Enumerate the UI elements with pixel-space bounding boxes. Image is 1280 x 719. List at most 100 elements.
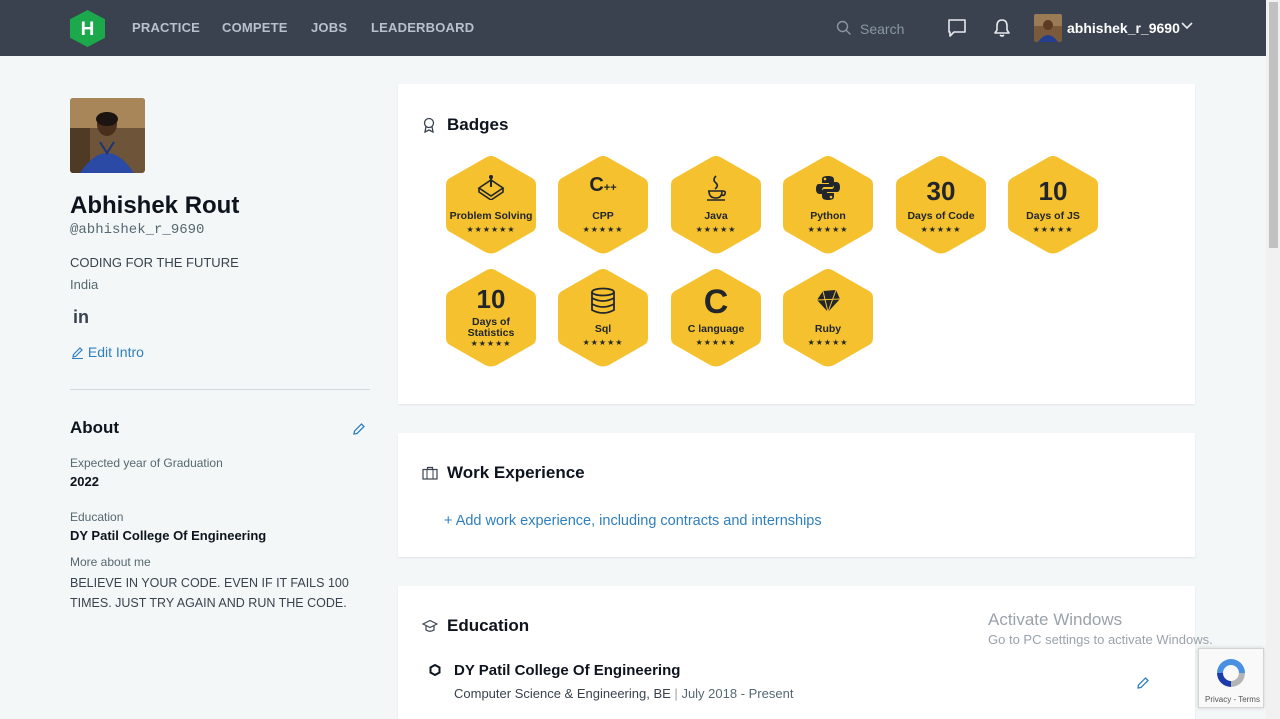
svg-text:H: H [81,19,95,40]
education-details: Computer Science & Engineering, BE | Jul… [454,686,793,701]
cpp-icon: C++ [589,174,617,196]
education-dates: July 2018 - Present [681,686,794,701]
badge-label: CPP [592,210,614,222]
activate-windows-watermark: Activate Windows Go to PC settings to ac… [988,610,1213,647]
badge-stars: ★★★★★ [695,225,737,234]
python-icon [781,174,875,207]
java-icon [669,174,763,207]
education-label: Education [70,510,124,524]
linkedin-icon[interactable]: in [73,307,89,328]
graduation-value: 2022 [70,474,99,489]
badge-sql[interactable]: Sql ★★★★★ [556,267,650,369]
recaptcha-badge[interactable]: Privacy - Terms [1198,648,1264,708]
ruby-icon [781,287,875,320]
edit-about-pencil-icon[interactable] [352,422,366,436]
nav-username[interactable]: abhishek_r_9690 [1067,20,1180,36]
profile-divider [70,389,370,390]
education-card: Education DY Patil College Of Engineerin… [398,586,1195,719]
messages-icon[interactable] [947,18,967,38]
work-heading: Work Experience [447,463,585,482]
sql-icon [556,287,650,320]
badge-label: Problem Solving [449,210,533,222]
recaptcha-logo-icon [1217,659,1245,687]
search-placeholder: Search [860,21,905,37]
profile-handle: @abhishek_r_9690 [70,222,205,238]
award-ribbon-icon [423,117,435,133]
badge-stars: ★★★★★ [695,338,737,347]
badge-label: Java [704,210,728,222]
profile-tagline: CODING FOR THE FUTURE [70,255,239,270]
badges-card: Badges Problem Solving ★★★★★★ C++ CPP ★★★★★ J… [398,84,1195,404]
graduation-cap-icon [422,619,438,632]
page-scrollbar[interactable] [1266,0,1280,719]
hackerrank-logo[interactable]: H [70,10,105,47]
education-heading: Education [447,616,530,635]
work-experience-card: Work Experience + Add work experience, i… [398,433,1195,557]
badge-days-of-statistics[interactable]: 10 Days of Statistics ★★★★★ [444,267,538,369]
education-separator: | [674,686,678,701]
problem-solving-icon [444,174,538,205]
badge-label: C language [687,323,745,335]
search-input[interactable]: Search [832,14,932,42]
badge-stars: ★★★★★ [1032,225,1074,234]
badges-heading: Badges [447,115,509,134]
nav-jobs[interactable]: JOBS [311,20,347,35]
edit-education-pencil-icon[interactable] [1136,676,1150,690]
badge-number: 30 [926,176,956,206]
school-hexagon-icon [429,664,441,676]
c-icon: C [703,283,729,321]
profile-country: India [70,277,99,292]
badge-python[interactable]: Python ★★★★★ [781,154,875,256]
badge-number: 10 [1038,176,1068,206]
add-work-experience-link[interactable]: + Add work experience, including contrac… [444,513,822,529]
chevron-down-icon[interactable] [1181,22,1193,30]
notifications-bell-icon[interactable] [992,18,1012,38]
badge-stars: ★★★★★ [582,225,624,234]
more-about-label: More about me [70,555,151,569]
more-about-text: BELIEVE IN YOUR CODE. EVEN IF IT FAILS 1… [70,576,349,610]
nav-leaderboard[interactable]: LEADERBOARD [371,20,474,35]
badge-label: Python [810,210,846,222]
nav-user-avatar[interactable] [1034,14,1062,42]
badge-label: Days of Statistics [467,316,515,339]
badge-days-of-code[interactable]: 30 Days of Code ★★★★★ [894,154,988,256]
badge-number: 10 [476,284,506,314]
search-icon [836,20,851,35]
badge-cpp[interactable]: C++ CPP ★★★★★ [556,154,650,256]
profile-name: Abhishek Rout [70,192,240,219]
recaptcha-terms[interactable]: Privacy - Terms [1205,695,1260,704]
badge-java[interactable]: Java ★★★★★ [669,154,763,256]
badge-label: Ruby [814,323,842,335]
badge-problem-solving[interactable]: Problem Solving ★★★★★★ [444,154,538,256]
pencil-icon [72,347,83,359]
badge-stars: ★★★★★ [807,338,849,347]
about-heading: About [70,418,120,437]
education-value: DY Patil College Of Engineering [70,528,267,543]
graduation-label: Expected year of Graduation [70,456,223,470]
badge-hexagon [558,156,648,254]
badge-days-of-js[interactable]: 10 Days of JS ★★★★★ [1006,154,1100,256]
edit-intro-button[interactable]: Edit Intro [71,344,144,360]
nav-compete[interactable]: COMPETE [222,20,288,35]
briefcase-icon [422,466,438,480]
badge-label: Days of Code [907,210,975,222]
scrollbar-thumb[interactable] [1269,2,1278,248]
profile-avatar [70,98,145,173]
badge-stars: ★★★★★ [470,339,512,348]
badge-label: Days of JS [1026,210,1080,222]
watermark-title: Activate Windows [988,610,1123,629]
badge-stars: ★★★★★★ [466,225,516,234]
badge-stars: ★★★★★ [582,338,624,347]
badge-stars: ★★★★★ [920,225,962,234]
nav-practice[interactable]: PRACTICE [132,20,200,35]
badge-c-language[interactable]: C C language ★★★★★ [669,267,763,369]
top-nav: H PRACTICE COMPETE JOBS LEADERBOARD Sear… [0,0,1266,56]
badge-hexagon [446,156,536,254]
education-school: DY Patil College Of Engineering [454,662,681,679]
badge-ruby[interactable]: Ruby ★★★★★ [781,267,875,369]
education-degree: Computer Science & Engineering, BE [454,686,671,701]
badge-label: Sql [594,323,612,335]
watermark-subtitle: Go to PC settings to activate Windows. [988,632,1213,647]
badge-stars: ★★★★★ [807,225,849,234]
edit-intro-label: Edit Intro [87,344,144,360]
